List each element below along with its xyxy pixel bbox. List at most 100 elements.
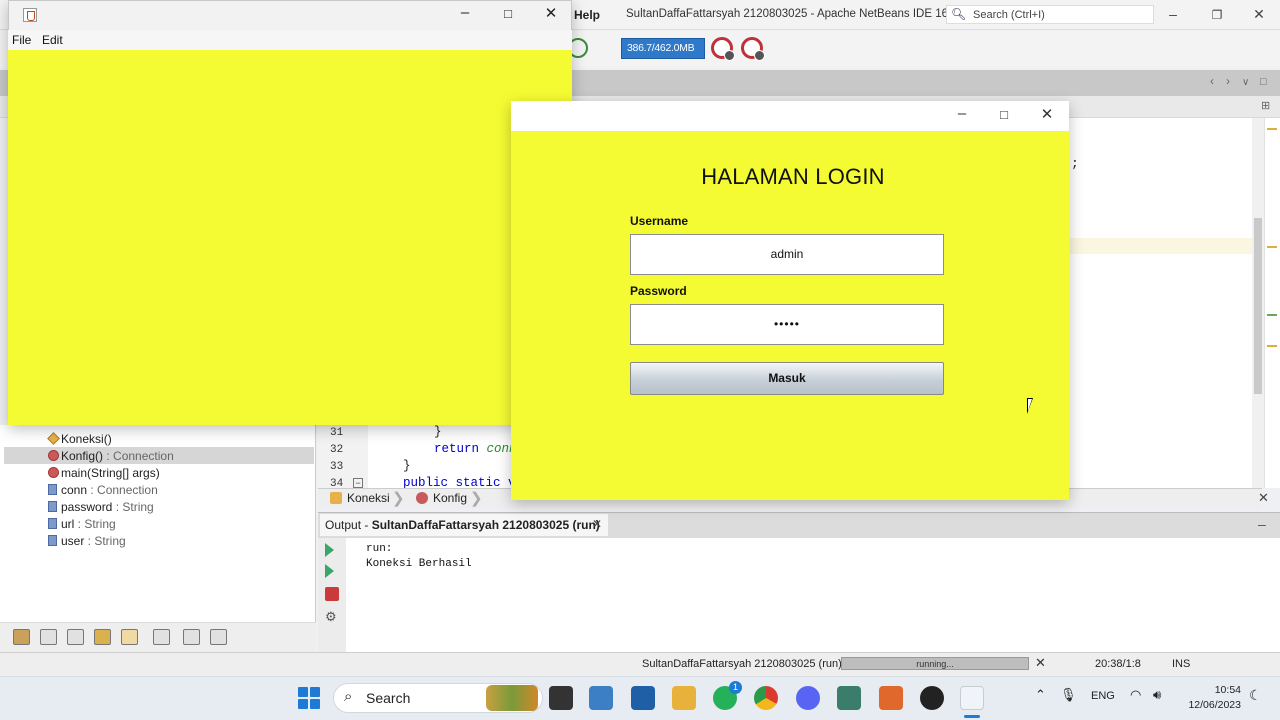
change-mark[interactable] [1267,314,1277,316]
show-inner-classes-icon[interactable] [121,629,138,645]
volume-icon[interactable]: 🔊︎ [1153,687,1161,703]
progress-bar[interactable]: running... [841,657,1029,670]
discord-icon[interactable] [796,686,820,710]
java-app-icon[interactable] [960,686,984,710]
status-project: SultanDaffaFattarsyah 2120803025 (run) [642,658,842,670]
line-number: 33 [330,461,344,473]
code-fold-button[interactable]: − [353,478,363,488]
netbeans-icon[interactable] [920,686,944,710]
rerun-with-params-icon[interactable] [325,564,334,578]
warning-mark[interactable] [1267,246,1277,248]
profiler-snapshot-icon[interactable] [741,37,765,61]
show-static-icon[interactable] [67,629,84,645]
tab-list-chevron-icon[interactable]: ∨ [1242,77,1249,88]
sort-by-name-icon[interactable] [183,629,200,645]
chevron-up-icon[interactable]: ⌃ [1035,687,1046,703]
breadcrumb-chevron-icon: ❯ [392,490,405,507]
navigator-item[interactable]: password : String [4,498,314,515]
nav-name: password [61,500,113,514]
editor-scroll-thumb[interactable] [1254,218,1262,394]
breadcrumb-label: Koneksi [347,491,390,505]
wifi-icon[interactable]: ◠ [1130,687,1141,703]
close-icon[interactable]: ✕ [1258,490,1269,506]
navigator-item[interactable]: user : String [4,532,314,549]
code-fragment: ; [1071,156,1079,171]
menu-file[interactable]: File [12,33,31,47]
page-title: HALAMAN LOGIN [701,164,885,189]
close-icon[interactable]: ✕ [592,517,602,531]
search-icon: 🔍︎ [951,7,967,21]
minimize-panel-icon[interactable]: – [1258,516,1266,532]
maximize-editor-icon[interactable]: □ [1260,76,1267,88]
method-icon [48,450,59,461]
maximize-button[interactable]: □ [993,107,1015,122]
show-private-icon[interactable] [94,629,111,645]
tab-scroll-left-icon[interactable]: ‹ [1210,74,1214,88]
tab-output[interactable]: Output - SultanDaffaFattarsyah 212080302… [320,514,608,536]
method-icon [48,467,59,478]
line-number: 32 [330,444,344,456]
system-clock[interactable]: 10:54 12/06/2023 [1183,683,1241,713]
login-button[interactable]: Masuk [630,362,944,395]
output-line: run: [366,543,393,555]
profiler-icon[interactable] [711,37,735,61]
password-field[interactable]: ••••• [630,304,944,345]
show-fields-icon[interactable] [40,629,57,645]
warning-mark[interactable] [1267,128,1277,130]
ide-close-button[interactable]: ✕ [1249,6,1269,23]
code-line: } [403,459,411,473]
close-button[interactable]: ✕ [1036,105,1058,123]
navigator-item[interactable]: url : String [4,515,314,532]
navigator-item[interactable]: main(String[] args) [4,464,314,481]
minimize-button[interactable]: – [951,105,973,122]
tab-scroll-right-icon[interactable]: › [1226,74,1230,88]
chrome-icon[interactable] [754,686,778,710]
microphone-icon[interactable]: 🎙︎ [1060,687,1077,703]
ide-restore-button[interactable]: ❐ [1207,8,1227,22]
search-highlight-icon[interactable] [486,685,538,711]
navigator-item[interactable]: conn : Connection [4,481,314,498]
navigator-item[interactable]: Koneksi() [4,430,314,447]
warning-mark[interactable] [1267,345,1277,347]
windows-start-icon[interactable] [298,687,320,709]
task-view-icon[interactable] [549,686,573,710]
navigator-item[interactable]: Konfig() : Connection [4,447,314,464]
menu-help[interactable]: Help [574,8,600,22]
breadcrumb-item-koneksi[interactable]: Koneksi [330,491,390,505]
sort-by-source-icon[interactable] [210,629,227,645]
ide-minimize-button[interactable]: – [1163,6,1183,22]
close-button[interactable]: ✕ [540,4,562,22]
minimize-button[interactable]: – [454,4,476,21]
photos-icon[interactable] [589,686,613,710]
store-icon[interactable] [631,686,655,710]
virtualbox-icon[interactable] [837,686,861,710]
settings-icon[interactable]: ⚙ [325,609,339,624]
ide-search-placeholder: Search (Ctrl+I) [973,9,1045,21]
field-icon [48,484,57,495]
rerun-icon[interactable] [325,543,334,557]
notifications-icon[interactable]: ☾ [1249,687,1262,704]
method-icon [416,492,428,504]
language-indicator[interactable]: ENG [1091,690,1115,702]
breadcrumb-item-konfig[interactable]: Konfig [416,491,467,505]
nav-type: : String [112,500,154,514]
split-editor-icon[interactable]: ⊞ [1261,99,1270,112]
field-icon [48,501,57,512]
file-explorer-icon[interactable] [672,686,696,710]
fqn-icon[interactable] [153,629,170,645]
nav-name: Koneksi() [61,432,112,446]
menu-edit[interactable]: Edit [42,33,63,47]
username-field[interactable]: admin [630,234,944,275]
ide-search-input[interactable]: 🔍︎ Search (Ctrl+I) [946,5,1154,24]
search-icon: ⌕ [344,688,353,705]
stop-icon[interactable] [325,587,339,601]
cancel-task-icon[interactable]: ✕ [1035,655,1046,671]
output-console[interactable] [346,538,1280,652]
code-line: } [434,425,442,439]
nav-type: : Connection [103,449,174,463]
xampp-icon[interactable] [879,686,903,710]
memory-gauge[interactable]: 386.7/462.0MB [621,38,705,59]
field-icon [48,518,57,529]
inherited-members-icon[interactable] [13,629,30,645]
maximize-button[interactable]: □ [497,6,519,21]
